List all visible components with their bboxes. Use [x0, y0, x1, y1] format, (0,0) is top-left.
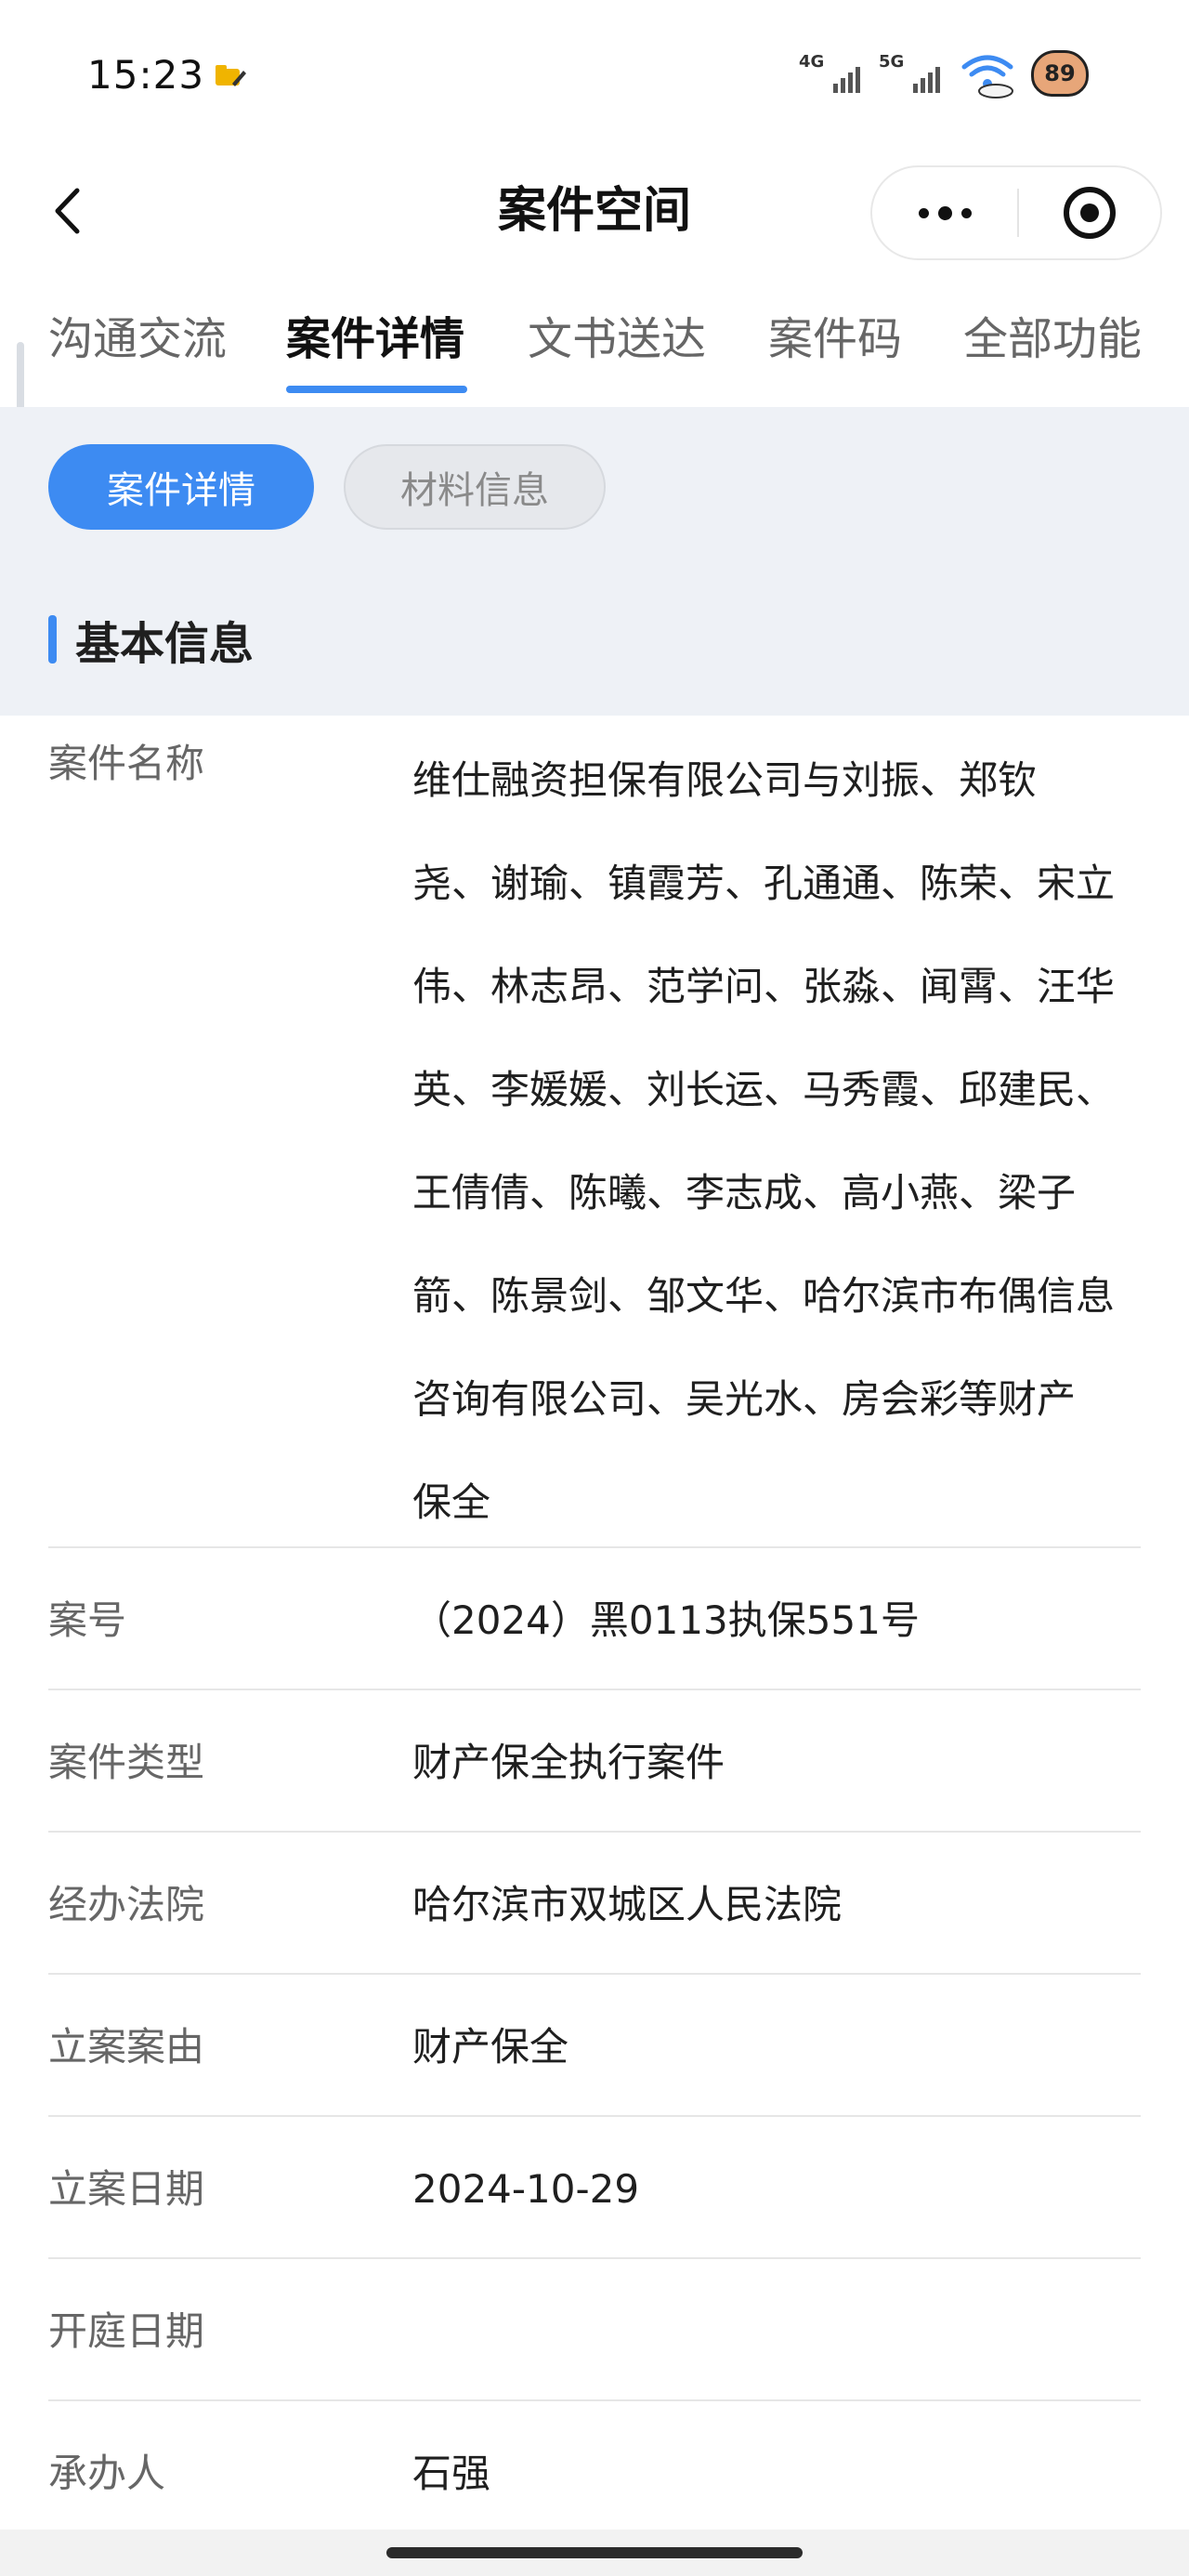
dot: [960, 207, 972, 218]
detail-value: 哈尔滨市双城区人民法院: [412, 1882, 843, 1927]
dot: [937, 205, 952, 220]
detail-label: 开庭日期: [48, 2308, 205, 2354]
detail-label: 立案案由: [48, 2024, 205, 2070]
detail-value: 财产保全执行案件: [412, 1740, 725, 1785]
dot: [918, 207, 929, 218]
close-program-button[interactable]: [1019, 167, 1160, 258]
detail-row-hearing-date: 开庭日期: [48, 2259, 1141, 2401]
detail-label: 案件类型: [48, 1740, 205, 1785]
status-indicators: 4G 5G 89: [799, 48, 1089, 99]
wifi-icon: [961, 55, 1013, 99]
more-button[interactable]: [872, 167, 1017, 258]
detail-value: [412, 2259, 1141, 2306]
case-name-line: 保全: [412, 1479, 491, 1525]
home-indicator[interactable]: [386, 2547, 803, 2558]
detail-row-case-number: 案号 （2024）黑0113执保551号: [48, 1548, 1141, 1690]
tab-bar: 沟通交流 案件详情 文书送达 案件码 全部功能: [0, 302, 1189, 404]
detail-row-case-name: 案件名称 维仕融资担保有限公司与刘振、郑钦 尧、谢瑜、镇霞芳、孔通通、陈荣、宋立…: [48, 695, 1141, 1548]
detail-label: 经办法院: [48, 1882, 205, 1927]
target-icon: [1064, 187, 1116, 239]
section-header: 基本信息: [48, 611, 254, 670]
case-name-value: 维仕融资担保有限公司与刘振、郑钦 尧、谢瑜、镇霞芳、孔通通、陈荣、宋立 伟、林志…: [412, 695, 1141, 1554]
detail-value: 2024-10-29: [412, 2166, 640, 2212]
sub-tab-section: 案件详情 材料信息 基本信息: [0, 407, 1189, 716]
detail-label: 立案日期: [48, 2166, 205, 2212]
network-type-label: 4G: [799, 52, 825, 72]
section-accent-bar: [48, 615, 57, 664]
tab-communication[interactable]: 沟通交流: [48, 302, 227, 376]
case-name-line: 维仕融资担保有限公司与刘振、郑钦: [412, 757, 1038, 803]
battery-icon: 89: [1031, 50, 1089, 97]
subtab-material-info[interactable]: 材料信息: [344, 444, 606, 530]
nav-bar: 案件空间: [0, 158, 1189, 265]
detail-row-cause: 立案案由 财产保全: [48, 1975, 1141, 2117]
signal-icon: 4G: [799, 48, 864, 99]
detail-value: （2024）黑0113执保551号: [412, 1597, 920, 1643]
active-tab-indicator: [286, 386, 467, 393]
section-title: 基本信息: [75, 618, 255, 670]
detail-value: 石强: [412, 2451, 491, 2496]
case-name-line: 箭、陈景剑、邹文华、哈尔滨市布偶信息: [412, 1273, 1116, 1319]
status-bar: 15:23 4G 5G 89: [0, 0, 1189, 158]
detail-row-handler: 承办人 石强: [48, 2401, 1141, 2543]
case-name-line: 咨询有限公司、吴光水、房会彩等财产: [412, 1376, 1077, 1422]
tab-document-delivery[interactable]: 文书送达: [528, 302, 706, 376]
tab-case-details[interactable]: 案件详情: [286, 302, 464, 376]
tab-all-functions[interactable]: 全部功能: [963, 302, 1142, 376]
case-name-line: 尧、谢瑜、镇霞芳、孔通通、陈荣、宋立: [412, 861, 1116, 906]
detail-row-court: 经办法院 哈尔滨市双城区人民法院: [48, 1833, 1141, 1975]
case-name-line: 英、李媛媛、刘长运、马秀霞、邱建民、: [412, 1067, 1116, 1112]
status-time: 15:23: [87, 52, 205, 98]
detail-row-filing-date: 立案日期 2024-10-29: [48, 2117, 1141, 2259]
detail-label: 案件名称: [48, 741, 205, 786]
case-details-list: 案件名称 维仕融资担保有限公司与刘振、郑钦 尧、谢瑜、镇霞芳、孔通通、陈荣、宋立…: [48, 716, 1141, 2543]
detail-row-case-type: 案件类型 财产保全执行案件: [48, 1690, 1141, 1833]
network-type-label: 5G: [879, 52, 905, 72]
case-name-line: 伟、林志昂、范学问、张淼、闻霄、汪华: [412, 964, 1116, 1009]
mini-program-capsule: [870, 165, 1162, 260]
case-name-line: 王倩倩、陈曦、李志成、高小燕、梁子: [412, 1170, 1077, 1216]
detail-label: 案号: [48, 1597, 127, 1643]
notification-icon: [216, 65, 246, 86]
signal-icon: 5G: [879, 48, 944, 99]
battery-level: 89: [1044, 60, 1076, 86]
detail-value: 财产保全: [412, 2024, 569, 2070]
tab-case-code[interactable]: 案件码: [768, 302, 902, 376]
detail-label: 承办人: [48, 2451, 166, 2496]
subtab-case-details[interactable]: 案件详情: [48, 444, 314, 530]
